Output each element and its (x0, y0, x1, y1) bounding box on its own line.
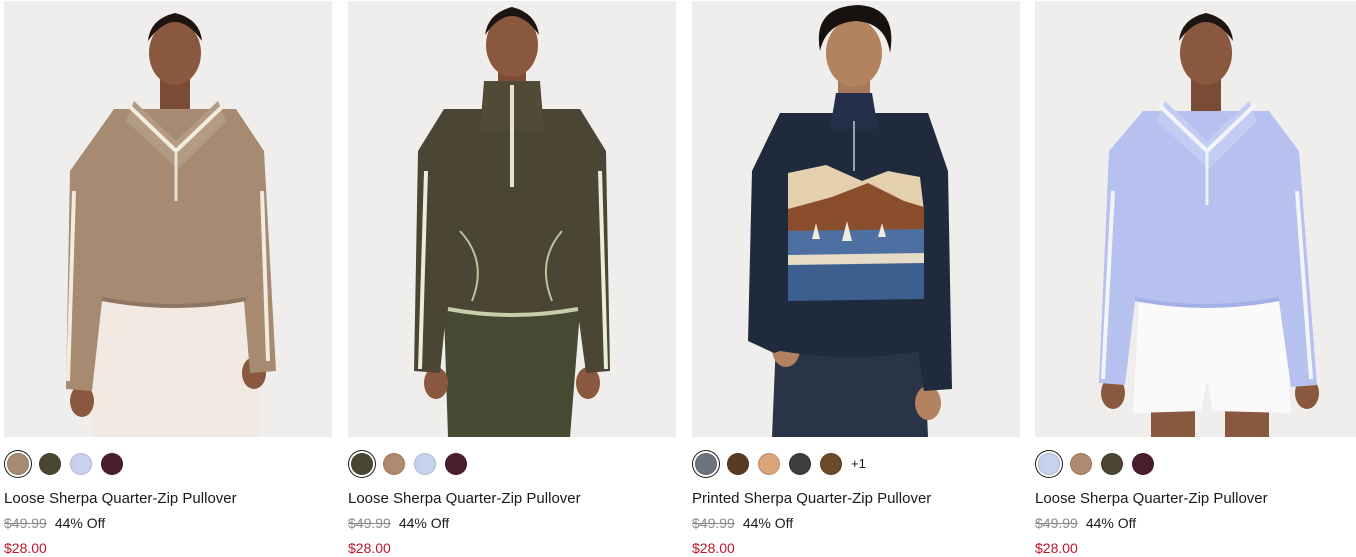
color-swatches (4, 451, 123, 477)
product-photo-lavender-sherpa (1035, 1, 1356, 437)
product-title[interactable]: Loose Sherpa Quarter-Zip Pullover (348, 490, 581, 508)
price-row: $49.99 44% Off (348, 515, 449, 532)
price-row: $49.99 44% Off (692, 515, 793, 532)
product-title[interactable]: Loose Sherpa Quarter-Zip Pullover (1035, 490, 1268, 508)
product-image[interactable] (1035, 1, 1356, 437)
color-swatch[interactable] (1038, 453, 1060, 475)
product-card[interactable]: +1 Printed Sherpa Quarter-Zip Pullover $… (692, 1, 1020, 557)
product-image[interactable] (4, 1, 332, 437)
color-swatch[interactable] (789, 453, 811, 475)
color-swatch[interactable] (101, 453, 123, 475)
color-swatch[interactable] (820, 453, 842, 475)
discount-label: 44% Off (398, 515, 450, 531)
sale-price: $28.00 (1035, 540, 1078, 556)
original-price: $49.99 (348, 515, 391, 531)
color-swatch[interactable] (445, 453, 467, 475)
color-swatch[interactable] (383, 453, 405, 475)
sale-price: $28.00 (692, 540, 735, 556)
color-swatches (1035, 451, 1154, 477)
product-title[interactable]: Loose Sherpa Quarter-Zip Pullover (4, 490, 237, 508)
color-swatch[interactable] (39, 453, 61, 475)
color-swatch[interactable] (1070, 453, 1092, 475)
color-swatch[interactable] (414, 453, 436, 475)
product-image[interactable] (692, 1, 1020, 437)
product-grid: Loose Sherpa Quarter-Zip Pullover $49.99… (4, 1, 1356, 557)
discount-label: 44% Off (1085, 515, 1137, 531)
discount-label: 44% Off (742, 515, 794, 531)
color-swatches (348, 451, 467, 477)
product-card[interactable]: Loose Sherpa Quarter-Zip Pullover $49.99… (348, 1, 676, 557)
product-title[interactable]: Printed Sherpa Quarter-Zip Pullover (692, 490, 931, 508)
color-swatch[interactable] (351, 453, 373, 475)
color-swatch[interactable] (695, 453, 717, 475)
original-price: $49.99 (4, 515, 47, 531)
color-swatch[interactable] (1132, 453, 1154, 475)
color-swatch[interactable] (758, 453, 780, 475)
color-swatch[interactable] (1101, 453, 1123, 475)
price-row: $49.99 44% Off (4, 515, 105, 532)
discount-label: 44% Off (54, 515, 106, 531)
product-photo-taupe-sherpa (4, 1, 332, 437)
product-card[interactable]: Loose Sherpa Quarter-Zip Pullover $49.99… (1035, 1, 1356, 557)
product-card[interactable]: Loose Sherpa Quarter-Zip Pullover $49.99… (4, 1, 332, 557)
sale-price: $28.00 (348, 540, 391, 556)
product-image[interactable] (348, 1, 676, 437)
more-colors-link[interactable]: +1 (851, 453, 866, 475)
price-row: $49.99 44% Off (1035, 515, 1136, 532)
color-swatch[interactable] (70, 453, 92, 475)
sale-price: $28.00 (4, 540, 47, 556)
product-photo-printed-sherpa (692, 1, 1020, 437)
product-photo-olive-sherpa (348, 1, 676, 437)
original-price: $49.99 (1035, 515, 1078, 531)
color-swatch[interactable] (727, 453, 749, 475)
color-swatches: +1 (692, 451, 866, 477)
color-swatch[interactable] (7, 453, 29, 475)
original-price: $49.99 (692, 515, 735, 531)
